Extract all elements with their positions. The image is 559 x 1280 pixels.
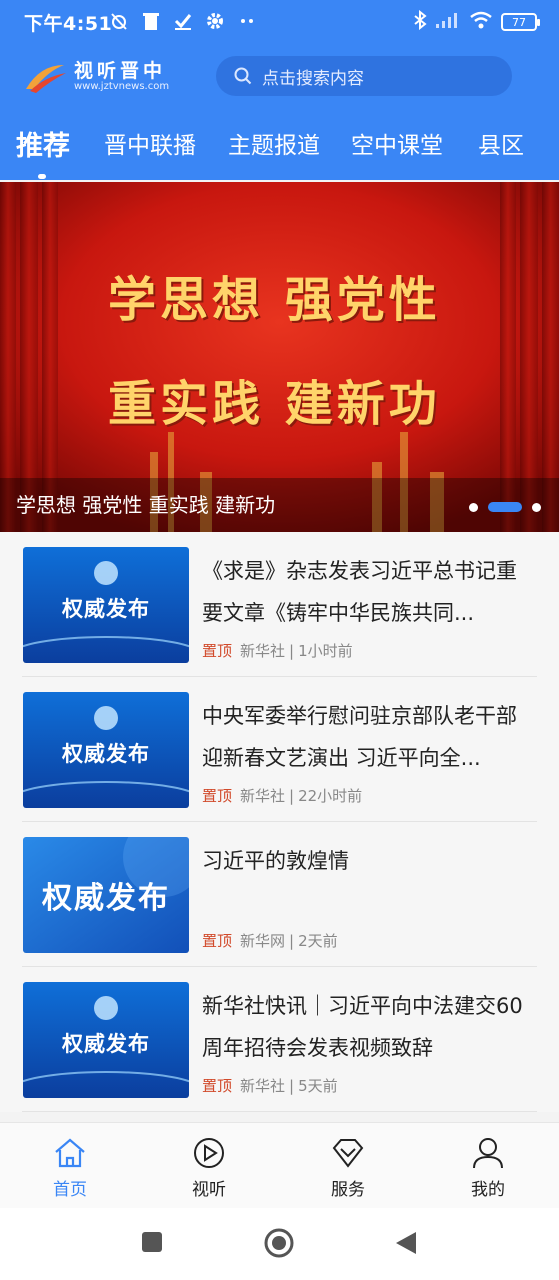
news-thumbnail: 权威发布 [23, 982, 189, 1098]
status-time: 下午4:51 [24, 13, 113, 35]
news-source: 新华网 [240, 932, 286, 950]
pinned-badge: 置顶 [202, 1077, 233, 1095]
tab-recommend[interactable]: 推荐 [16, 124, 70, 163]
news-item[interactable]: 权威发布 新华社快讯｜习近平向中法建交60周年招待会发表视频致辞 置顶 新华社 … [22, 967, 537, 1112]
thumbnail-label: 权威发布 [62, 1032, 150, 1056]
back-button[interactable] [394, 1230, 418, 1260]
news-list: 权威发布 《求是》杂志发表习近平总书记重要文章《铸牢中华民族共同... 置顶 新… [0, 532, 559, 1112]
news-meta: 置顶 新华网 | 2天前 [202, 930, 338, 951]
news-title[interactable]: 中央军委举行慰问驻京部队老干部迎新春文艺演出 习近平向全... [202, 695, 532, 779]
circle-home-icon [264, 1228, 294, 1258]
recent-apps-button[interactable] [140, 1230, 164, 1258]
user-icon [473, 1138, 503, 1169]
status-bar: 下午4:51 77 [0, 0, 559, 44]
nav-label: 首页 [53, 1180, 87, 1200]
brand-name: 视听晋中 [74, 60, 167, 82]
meta-separator: | [289, 1076, 295, 1095]
tab-air-classroom[interactable]: 空中课堂 [351, 126, 443, 160]
news-meta: 置顶 新华社 | 1小时前 [202, 640, 353, 661]
news-thumbnail: 权威发布 [23, 547, 189, 663]
news-source: 新华社 [240, 1077, 286, 1095]
search-placeholder: 点击搜索内容 [262, 68, 364, 89]
news-thumbnail: 权威发布 [23, 692, 189, 808]
signal-icon [435, 11, 461, 33]
news-meta: 置顶 新华社 | 5天前 [202, 1075, 338, 1096]
news-time: 1小时前 [298, 642, 353, 660]
banner-caption: 学思想 强党性 重实践 建新功 [16, 493, 276, 517]
thumbnail-label: 权威发布 [62, 597, 150, 621]
bluetooth-icon [413, 9, 427, 34]
nav-label: 服务 [331, 1180, 365, 1200]
news-item[interactable]: 权威发布 中央军委举行慰问驻京部队老干部迎新春文艺演出 习近平向全... 置顶 … [22, 677, 537, 822]
bottom-navigation: 首页 视听 服务 我的 [0, 1122, 559, 1208]
brand-logo: 视听晋中 www.jztvnews.com [22, 54, 182, 100]
gear-icon [204, 10, 226, 32]
nav-av[interactable]: 视听 [164, 1135, 254, 1200]
app-header: 下午4:51 77 视听晋中 www.jztvnews.com 点击搜索内容 推… [0, 0, 559, 180]
alarm-off-icon [108, 10, 130, 32]
search-icon [234, 67, 252, 85]
nav-label: 视听 [192, 1180, 226, 1200]
tab-jinzhong-news[interactable]: 晋中联播 [104, 126, 196, 160]
banner-slogan-line2: 重实践 建新功 [108, 376, 441, 432]
system-navigation-bar [0, 1208, 559, 1280]
meta-separator: | [289, 641, 295, 660]
nav-services[interactable]: 服务 [303, 1135, 393, 1200]
banner-slogan-line1: 学思想 强党性 [108, 272, 441, 328]
back-triangle-icon [396, 1232, 416, 1254]
status-notification-icons [108, 10, 258, 32]
banner-pagination [469, 502, 541, 512]
status-system-icons: 77 [413, 9, 540, 34]
news-item[interactable]: 权威发布 习近平的敦煌情 置顶 新华网 | 2天前 [22, 822, 537, 967]
news-title[interactable]: 新华社快讯｜习近平向中法建交60周年招待会发表视频致辞 [202, 985, 532, 1069]
nav-label: 我的 [471, 1180, 505, 1200]
news-time: 5天前 [298, 1077, 338, 1095]
brand-url: www.jztvnews.com [74, 81, 170, 92]
news-title[interactable]: 习近平的敦煌情 [202, 840, 532, 882]
diamond-icon [332, 1139, 364, 1168]
news-meta: 置顶 新华社 | 22小时前 [202, 785, 362, 806]
meta-separator: | [289, 786, 295, 805]
pinned-badge: 置顶 [202, 932, 233, 950]
search-input[interactable]: 点击搜索内容 [216, 56, 512, 96]
thumbnail-label: 权威发布 [42, 881, 170, 916]
pinned-badge: 置顶 [202, 787, 233, 805]
more-dots-icon [236, 10, 258, 32]
news-thumbnail: 权威发布 [23, 837, 189, 953]
news-source: 新华社 [240, 642, 286, 660]
banner-carousel[interactable]: 学思想 强党性 重实践 建新功 学思想 强党性 重实践 建新功 [0, 182, 559, 532]
thumbnail-label: 权威发布 [62, 742, 150, 766]
tab-counties[interactable]: 县区 [478, 126, 524, 160]
news-source: 新华社 [240, 787, 286, 805]
pinned-badge: 置顶 [202, 642, 233, 660]
check-icon [172, 10, 194, 32]
nav-profile[interactable]: 我的 [443, 1135, 533, 1200]
play-circle-icon [194, 1138, 224, 1168]
news-time: 2天前 [298, 932, 338, 950]
news-time: 22小时前 [298, 787, 363, 805]
category-tabs: 推荐 晋中联播 主题报道 空中课堂 县区 [0, 118, 559, 179]
battery-icon: 77 [501, 13, 540, 31]
pagination-dot[interactable] [532, 502, 541, 512]
nav-home[interactable]: 首页 [25, 1135, 115, 1200]
wifi-icon [469, 11, 493, 33]
tab-indicator [38, 174, 46, 179]
pagination-dot-active[interactable] [488, 502, 522, 512]
square-icon [142, 1232, 162, 1252]
tab-topic-reports[interactable]: 主题报道 [228, 126, 320, 160]
home-icon [55, 1138, 85, 1168]
trash-icon [140, 10, 162, 32]
logo-icon [26, 65, 66, 93]
news-item[interactable]: 权威发布 《求是》杂志发表习近平总书记重要文章《铸牢中华民族共同... 置顶 新… [22, 532, 537, 677]
home-button[interactable] [263, 1227, 295, 1263]
meta-separator: | [289, 931, 295, 950]
news-title[interactable]: 《求是》杂志发表习近平总书记重要文章《铸牢中华民族共同... [202, 550, 532, 634]
pagination-dot[interactable] [469, 502, 478, 512]
